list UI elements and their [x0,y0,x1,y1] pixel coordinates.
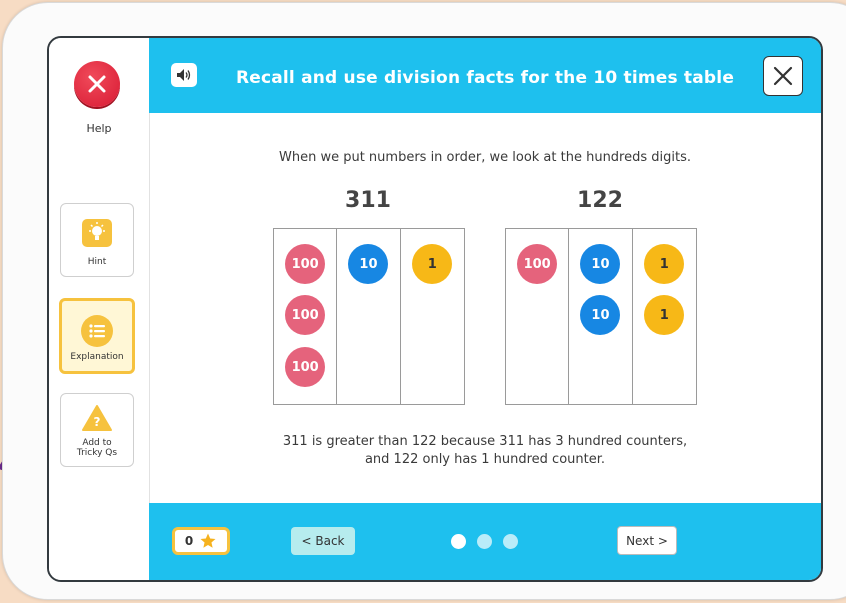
svg-text:?: ? [94,415,101,429]
ten-counter: 10 [580,244,621,284]
hundreds-column: 100 100 100 [274,229,338,404]
left-number: 311 [345,188,391,213]
hundreds-column: 100 [506,229,570,404]
app-screen: Help Hint Explanation ? Add to Tricky Qs… [47,36,823,582]
star-count: 0 [184,534,194,548]
intro-text: When we put numbers in order, we look at… [278,150,692,165]
hundred-counter: 100 [285,244,326,284]
hint-label: Hint [87,257,107,267]
help-label: Help [86,122,112,135]
footer-bar: 0 < Back Next > [149,503,821,580]
hundred-counter: 100 [517,244,558,284]
speaker-button[interactable] [171,63,197,87]
ones-column: 1 [401,229,464,404]
progress-dot[interactable] [477,534,492,549]
list-icon [81,315,113,347]
star-icon [200,533,216,548]
explanation-label: Explanation [70,352,124,362]
speaker-icon [177,69,191,81]
page-title: Recall and use division facts for the 10… [235,68,735,88]
explanation-text: 311 is greater than 122 because 311 has … [149,433,821,469]
tricky-label: Add to Tricky Qs [61,438,133,458]
one-counter: 1 [644,295,685,335]
left-place-value-table: 100 100 100 10 1 [273,228,465,405]
help-button[interactable] [74,61,120,107]
close-icon [773,66,793,86]
tens-column: 10 10 [569,229,633,404]
tablet-frame: Help Hint Explanation ? Add to Tricky Qs… [2,2,846,600]
tricky-label-line1: Add to [82,438,112,448]
tens-column: 10 [337,229,401,404]
explanation-button[interactable]: Explanation [59,298,135,374]
right-number: 122 [577,188,623,213]
close-button[interactable] [763,56,803,96]
warning-triangle-icon: ? [81,404,113,436]
star-counter: 0 [172,527,230,555]
add-to-tricky-button[interactable]: ? Add to Tricky Qs [60,393,134,467]
explanation-line2: and 122 only has 1 hundred counter. [364,452,606,467]
right-place-value-table: 100 10 10 1 1 [505,228,697,405]
hundred-counter: 100 [285,347,326,387]
one-counter: 1 [644,244,685,284]
ones-column: 1 1 [633,229,696,404]
ten-counter: 10 [580,295,621,335]
next-button[interactable]: Next > [617,526,677,555]
header-bar: Recall and use division facts for the 10… [149,38,821,113]
sidebar: Help Hint Explanation ? Add to Tricky Qs [49,38,150,580]
hint-button[interactable]: Hint [60,203,134,277]
progress-dot[interactable] [503,534,518,549]
hundred-counter: 100 [285,295,326,335]
lightbulb-icon [82,219,112,247]
lesson-content: When we put numbers in order, we look at… [149,113,821,503]
explanation-line1: 311 is greater than 122 because 311 has … [282,434,688,449]
progress-dot-current[interactable] [451,534,466,549]
close-x-icon [88,75,106,93]
one-counter: 1 [412,244,453,284]
ten-counter: 10 [348,244,389,284]
back-button[interactable]: < Back [291,527,355,555]
tricky-label-line2: Tricky Qs [76,448,118,458]
